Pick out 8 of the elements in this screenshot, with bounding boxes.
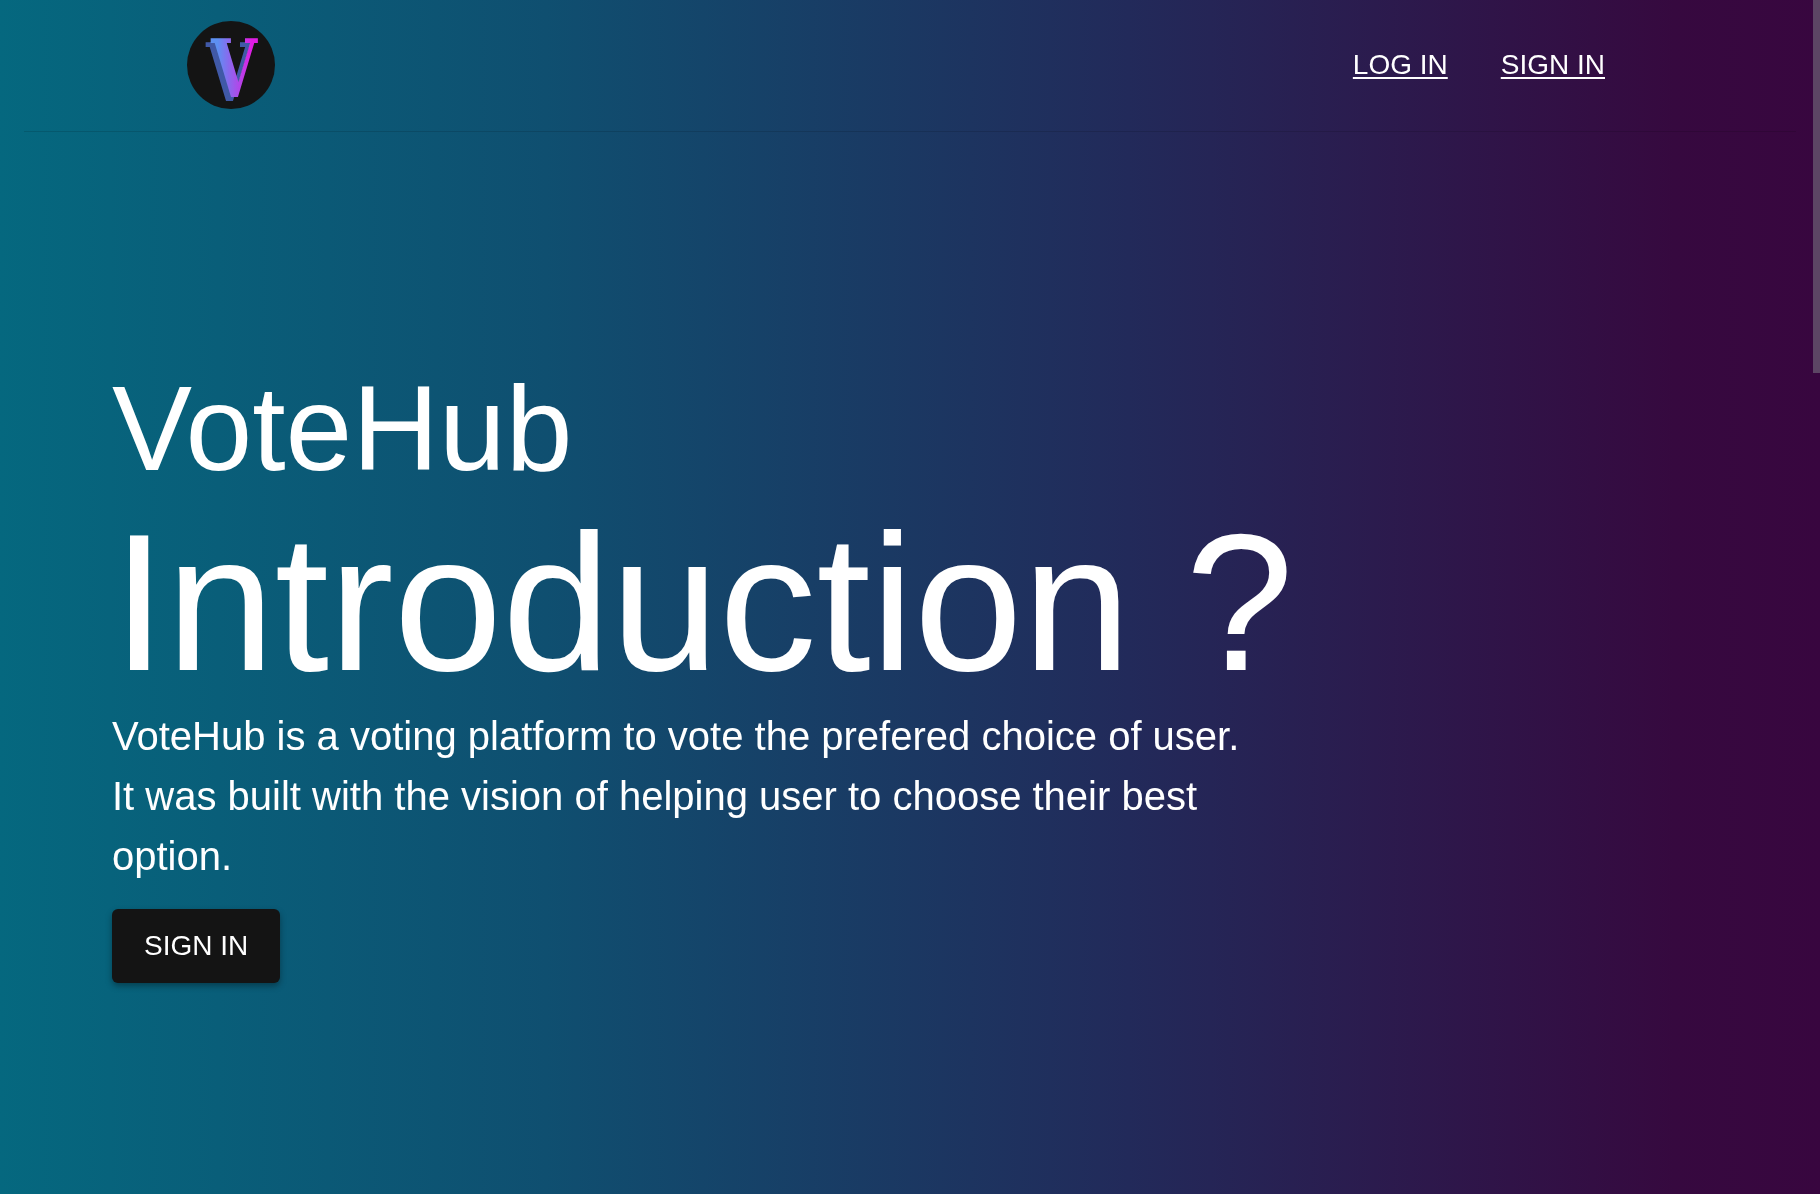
logo[interactable]: V <box>187 21 275 109</box>
nav-link[interactable]: LOG IN <box>1352 49 1448 81</box>
sign-in-button[interactable]: SIGN IN <box>112 909 281 983</box>
nav-link[interactable]: SIGN IN <box>1500 49 1605 81</box>
headline: Introduction ? <box>112 505 1294 700</box>
scrollbar-thumb[interactable] <box>1813 0 1820 373</box>
brand-title: VoteHub <box>112 368 573 488</box>
description-text: VoteHub is a voting platform to vote the prefered choice of user. It was built with the vision of helping user to choose their best option. <box>112 713 1241 880</box>
